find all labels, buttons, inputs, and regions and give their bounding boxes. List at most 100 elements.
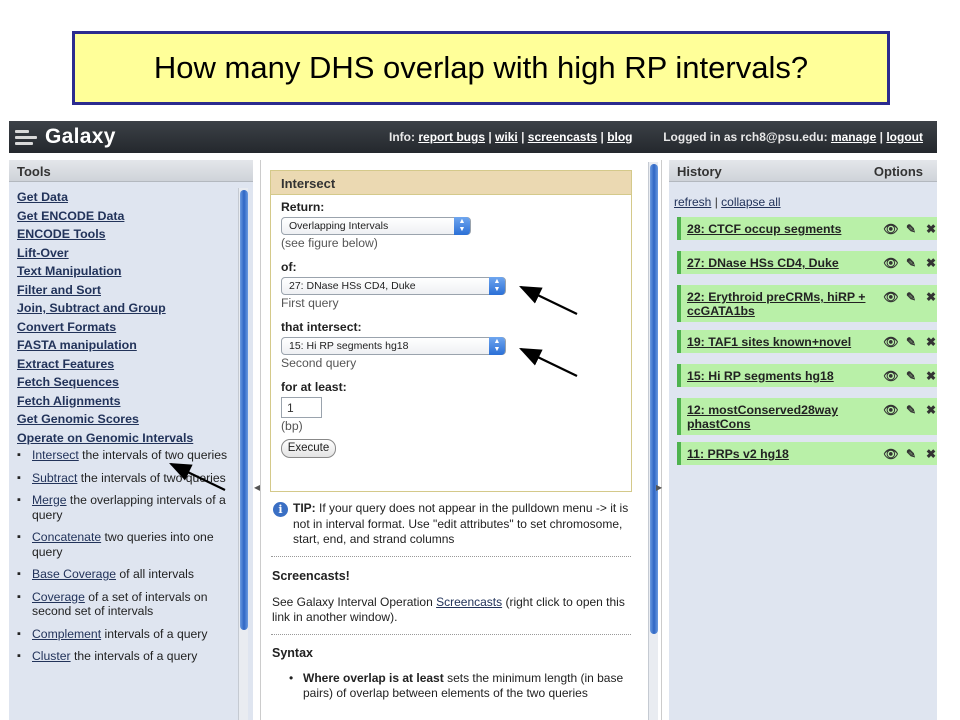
syntax-heading: Syntax: [272, 646, 313, 660]
galaxy-app: Galaxy Info: report bugs | wiki | screen…: [9, 121, 937, 720]
eye-icon[interactable]: 👁: [881, 403, 901, 417]
delete-icon[interactable]: ✖: [921, 222, 937, 236]
history-item-name[interactable]: 27: DNase HSs CD4, Duke: [687, 256, 877, 270]
list-item: Merge the overlapping intervals of a que…: [17, 493, 239, 522]
delete-icon[interactable]: ✖: [921, 256, 937, 270]
tool-section-extract-features[interactable]: Extract Features: [17, 355, 239, 374]
cluster-tool-link[interactable]: Cluster: [32, 649, 71, 663]
wiki-link[interactable]: wiki: [495, 130, 518, 144]
history-item-actions: 👁 ✎ ✖: [881, 403, 937, 417]
slide-title: How many DHS overlap with high RP interv…: [72, 31, 890, 105]
return-select[interactable]: Overlapping Intervals ▲ ▼: [281, 217, 471, 235]
min-overlap-input[interactable]: 1: [281, 397, 322, 418]
tool-section-convert-formats[interactable]: Convert Formats: [17, 318, 239, 337]
syntax-item: Where overlap is at least sets the minim…: [289, 671, 634, 700]
tool-section-join-subtract-group[interactable]: Join, Subtract and Group: [17, 299, 239, 318]
form-scrollbar-thumb[interactable]: [650, 164, 658, 634]
pencil-icon[interactable]: ✎: [901, 403, 921, 417]
tool-section-genomic-scores[interactable]: Get Genomic Scores: [17, 410, 239, 429]
tool-section-text-manipulation[interactable]: Text Manipulation: [17, 262, 239, 281]
concatenate-tool-link[interactable]: Concatenate: [32, 530, 101, 544]
complement-tool-link[interactable]: Complement: [32, 627, 101, 641]
history-item-name[interactable]: 15: Hi RP segments hg18: [687, 369, 877, 383]
tool-section-genomic-intervals[interactable]: Operate on Genomic Intervals: [17, 429, 239, 448]
pencil-icon[interactable]: ✎: [901, 222, 921, 236]
history-item-name[interactable]: 19: TAF1 sites known+novel: [687, 335, 877, 349]
form-scrollbar[interactable]: [648, 162, 658, 720]
collapse-history-icon[interactable]: ▶: [656, 483, 662, 492]
second-query-hint: Second query: [281, 356, 357, 370]
screencasts-help-link[interactable]: Screencasts: [436, 595, 502, 609]
report-bugs-link[interactable]: report bugs: [418, 130, 485, 144]
history-item-actions: 👁 ✎ ✖: [881, 447, 937, 461]
syntax-bold-term: Where overlap is at least: [303, 671, 444, 685]
pencil-icon[interactable]: ✎: [901, 335, 921, 349]
tool-section-fasta-manipulation[interactable]: FASTA manipulation: [17, 336, 239, 355]
pencil-icon[interactable]: ✎: [901, 447, 921, 461]
history-item-name[interactable]: 11: PRPs v2 hg18: [687, 447, 877, 461]
base-coverage-tool-link[interactable]: Base Coverage: [32, 567, 116, 581]
select-updown-icon: ▲ ▼: [489, 277, 505, 295]
first-query-select[interactable]: 27: DNase HSs CD4, Duke ▲ ▼: [281, 277, 506, 295]
pencil-icon[interactable]: ✎: [901, 369, 921, 383]
collapse-all-link[interactable]: collapse all: [721, 195, 780, 209]
delete-icon[interactable]: ✖: [921, 335, 937, 349]
delete-icon[interactable]: ✖: [921, 290, 937, 304]
history-item-name[interactable]: 22: Erythroid preCRMs, hiRP + ccGATA1bs: [687, 290, 877, 318]
tool-section-encode-tools[interactable]: ENCODE Tools: [17, 225, 239, 244]
pencil-icon[interactable]: ✎: [901, 256, 921, 270]
merge-tool-link[interactable]: Merge: [32, 493, 67, 507]
first-query-hint: First query: [281, 296, 339, 310]
eye-icon[interactable]: 👁: [881, 290, 901, 304]
tools-scrollbar[interactable]: [238, 188, 248, 720]
screencasts-link[interactable]: screencasts: [528, 130, 597, 144]
screencasts-text: See Galaxy Interval Operation Screencast…: [272, 595, 638, 625]
min-overlap-unit: (bp): [281, 419, 303, 433]
logout-link[interactable]: logout: [886, 130, 923, 144]
delete-icon[interactable]: ✖: [921, 403, 937, 417]
galaxy-brand[interactable]: Galaxy: [15, 125, 116, 149]
select-updown-icon: ▲ ▼: [489, 337, 505, 355]
eye-icon[interactable]: 👁: [881, 222, 901, 236]
divider: [271, 634, 631, 635]
tools-scrollbar-thumb[interactable]: [240, 190, 248, 630]
blog-link[interactable]: blog: [607, 130, 632, 144]
tool-section-fetch-sequences[interactable]: Fetch Sequences: [17, 373, 239, 392]
history-item[interactable]: 11: PRPs v2 hg18 👁 ✎ ✖: [677, 442, 937, 465]
refresh-link[interactable]: refresh: [674, 195, 711, 209]
history-item-name[interactable]: 12: mostConserved28way phastCons: [687, 403, 877, 431]
eye-icon[interactable]: 👁: [881, 256, 901, 270]
history-options-button[interactable]: Options: [874, 164, 923, 179]
min-overlap-label: for at least:: [281, 380, 347, 394]
eye-icon[interactable]: 👁: [881, 369, 901, 383]
delete-icon[interactable]: ✖: [921, 447, 937, 461]
return-hint: (see figure below): [281, 236, 378, 250]
coverage-tool-link[interactable]: Coverage: [32, 590, 85, 604]
tool-section-filter-sort[interactable]: Filter and Sort: [17, 281, 239, 300]
delete-icon[interactable]: ✖: [921, 369, 937, 383]
manage-link[interactable]: manage: [831, 130, 876, 144]
pencil-icon[interactable]: ✎: [901, 290, 921, 304]
logged-in-text: Logged in as rch8@psu.edu:: [663, 130, 828, 144]
subtract-tool-link[interactable]: Subtract: [32, 471, 77, 485]
history-item[interactable]: 19: TAF1 sites known+novel 👁 ✎ ✖: [677, 330, 937, 353]
tool-section-fetch-alignments[interactable]: Fetch Alignments: [17, 392, 239, 411]
tool-section-lift-over[interactable]: Lift-Over: [17, 244, 239, 263]
first-query-value: 27: DNase HSs CD4, Duke: [289, 280, 416, 292]
eye-icon[interactable]: 👁: [881, 335, 901, 349]
eye-icon[interactable]: 👁: [881, 447, 901, 461]
history-item[interactable]: 12: mostConserved28way phastCons 👁 ✎ ✖: [677, 398, 937, 435]
intersect-tool-link[interactable]: Intersect: [32, 448, 79, 462]
second-query-select[interactable]: 15: Hi RP segments hg18 ▲ ▼: [281, 337, 506, 355]
history-item[interactable]: 22: Erythroid preCRMs, hiRP + ccGATA1bs …: [677, 285, 937, 322]
execute-button[interactable]: Execute: [281, 439, 336, 458]
history-item[interactable]: 27: DNase HSs CD4, Duke 👁 ✎ ✖: [677, 251, 937, 274]
list-item: Subtract the intervals of two queries: [17, 471, 239, 486]
list-item: Intersect the intervals of two queries: [17, 448, 239, 463]
tool-section-get-encode-data[interactable]: Get ENCODE Data: [17, 207, 239, 226]
tool-section-get-data[interactable]: Get Data: [17, 188, 239, 207]
history-item[interactable]: 15: Hi RP segments hg18 👁 ✎ ✖: [677, 364, 937, 387]
history-item[interactable]: 28: CTCF occup segments 👁 ✎ ✖: [677, 217, 937, 240]
history-item-name[interactable]: 28: CTCF occup segments: [687, 222, 877, 236]
list-item: Coverage of a set of intervals on second…: [17, 590, 239, 619]
